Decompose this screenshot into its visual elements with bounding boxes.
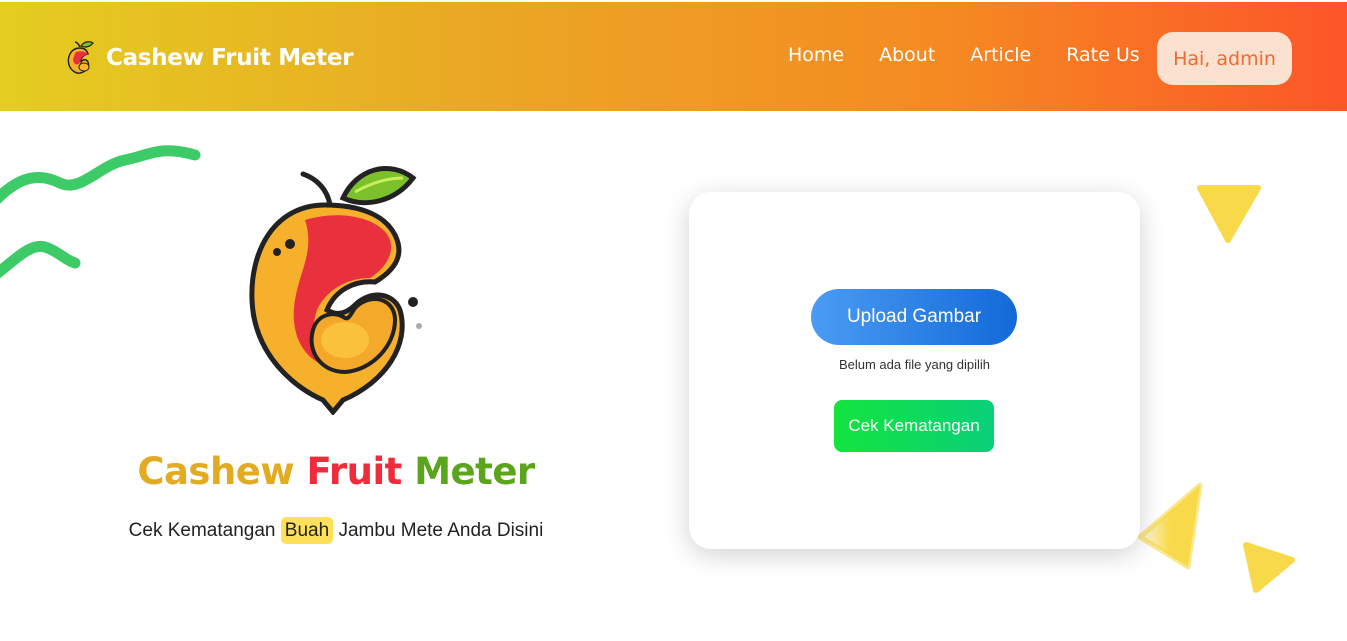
upload-image-button[interactable]: Upload Gambar [811,289,1017,345]
nav-link-article[interactable]: Article [970,44,1031,66]
hero-title-cashew: Cashew [137,450,295,493]
cashew-fruit-logo-icon [249,166,422,415]
hero-subtitle-after: Jambu Mete Anda Disini [338,520,544,541]
yellow-triangle-decoration [1243,542,1295,593]
user-menu-button[interactable]: Hai, admin [1157,32,1292,85]
nav-links: Home About Article Rate Us [788,44,1175,66]
nav-link-rate-us[interactable]: Rate Us [1066,44,1139,66]
hero-subtitle: Cek Kematangan Buah Jambu Mete Anda Disi… [0,517,672,544]
hero-title: Cashew Fruit Meter [0,450,672,493]
upload-card: Upload Gambar Belum ada file yang dipili… [689,192,1140,549]
yellow-triangle-decoration [1197,185,1261,243]
hero-subtitle-highlight: Buah [280,517,334,544]
brand[interactable]: Cashew Fruit Meter [66,38,353,78]
check-ripeness-button[interactable]: Cek Kematangan [834,400,994,452]
yellow-triangle-decoration [1137,482,1203,570]
nav-link-home[interactable]: Home [788,44,844,66]
green-squiggle-decoration [0,145,201,279]
hero-subtitle-before: Cek Kematangan [128,520,276,541]
navbar: Cashew Fruit Meter Home About Article Ra… [0,2,1347,111]
cashew-logo-icon [67,41,94,74]
nav-link-about[interactable]: About [879,44,935,66]
file-status-text: Belum ada file yang dipilih [838,357,991,372]
brand-name: Cashew Fruit Meter [106,45,354,71]
hero-title-meter: Meter [414,450,535,493]
hero-title-fruit: Fruit [306,450,402,493]
